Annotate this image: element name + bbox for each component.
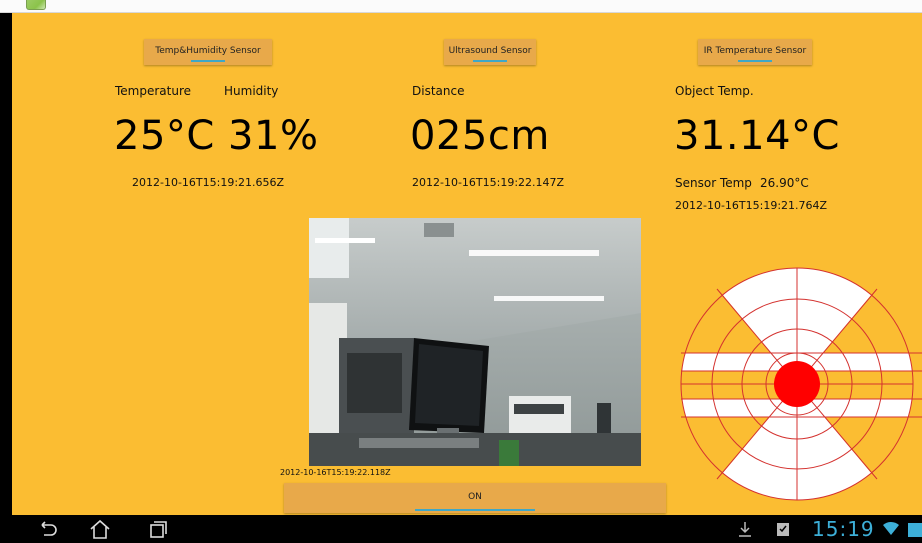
distance-timestamp: 2012-10-16T15:19:22.147Z	[412, 176, 565, 189]
top-status-bar	[0, 0, 922, 13]
temperature-label: Temperature	[115, 84, 192, 98]
ir-timestamp: 2012-10-16T15:19:21.764Z	[675, 199, 828, 212]
sensor-temp-label: Sensor Temp	[675, 176, 752, 190]
ir-radar-graphic	[680, 267, 922, 501]
focus-indicator	[738, 60, 772, 62]
wifi-icon	[883, 521, 899, 535]
humidity-label: Humidity	[224, 84, 279, 98]
home-icon[interactable]	[86, 515, 114, 543]
focus-indicator	[191, 60, 225, 62]
ultrasound-sensor-button-label: Ultrasound Sensor	[448, 46, 532, 56]
app-icon	[26, 0, 46, 10]
system-navigation-bar: 15:19	[0, 515, 922, 543]
status-clock: 15:19	[812, 517, 875, 541]
camera-image	[309, 218, 641, 466]
main-content: Temp&Humidity Sensor Temperature Humidit…	[12, 13, 922, 515]
focus-indicator	[473, 60, 507, 62]
camera-timestamp: 2012-10-16T15:19:22.118Z	[280, 468, 391, 477]
temp-humidity-value: 25°C 31%	[114, 113, 319, 159]
sensor-temp-value: 26.90°C	[760, 176, 809, 190]
recent-apps-icon[interactable]	[144, 515, 172, 543]
ultrasound-sensor-button[interactable]: Ultrasound Sensor	[444, 39, 536, 65]
temp-humidity-sensor-button[interactable]: Temp&Humidity Sensor	[144, 39, 272, 65]
download-icon	[739, 522, 751, 537]
object-temp-value: 31.14°C	[674, 113, 840, 159]
distance-label: Distance	[412, 84, 465, 98]
clipboard-check-icon	[777, 523, 789, 536]
ir-target-dot	[774, 361, 820, 407]
distance-value: 025cm	[410, 113, 550, 159]
camera-feed	[309, 218, 641, 466]
temp-humidity-timestamp: 2012-10-16T15:19:21.656Z	[132, 176, 285, 189]
temp-humidity-sensor-button-label: Temp&Humidity Sensor	[155, 46, 261, 56]
camera-on-toggle-label: ON	[468, 492, 482, 502]
battery-icon	[908, 523, 922, 537]
ir-temperature-sensor-button-label: IR Temperature Sensor	[703, 46, 807, 56]
object-temp-label: Object Temp.	[675, 84, 754, 98]
camera-on-toggle-button[interactable]: ON	[284, 483, 666, 513]
ir-temperature-sensor-button[interactable]: IR Temperature Sensor	[698, 39, 812, 65]
back-icon[interactable]	[34, 515, 62, 543]
focus-indicator	[415, 509, 535, 511]
